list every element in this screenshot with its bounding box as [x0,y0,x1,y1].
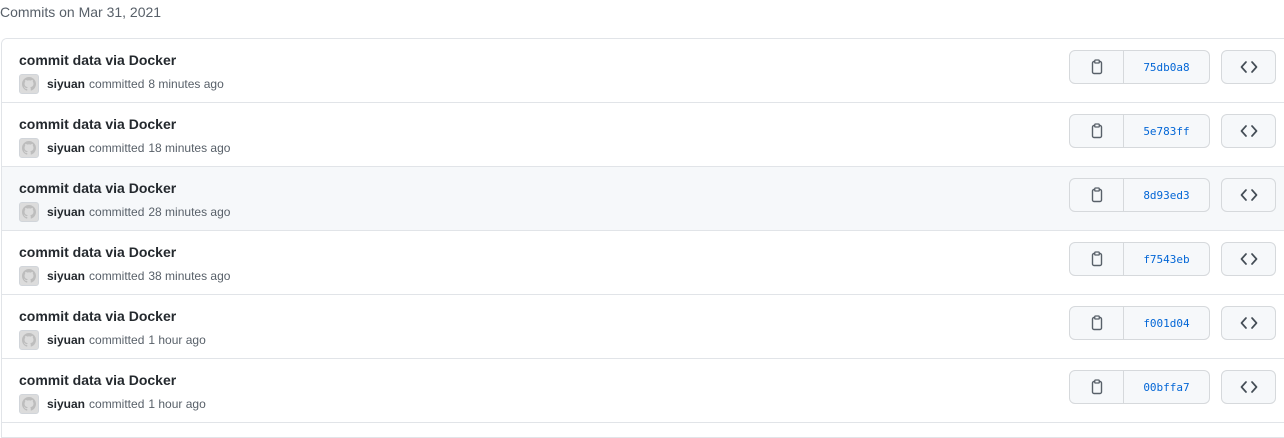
github-octocat-icon [22,333,36,347]
commit-relative-time: 28 minutes ago [148,205,231,219]
commit-meta: siyuan committed 18 minutes ago [19,138,230,158]
clipboard-icon [1091,187,1102,203]
commit-verb: committed [89,269,145,283]
commit-message-link[interactable]: commit data via Docker [19,178,176,198]
github-octocat-icon [22,397,36,411]
commit-list: commit data via Docker siyuan committed … [1,38,1284,438]
commit-author[interactable]: siyuan [47,77,85,91]
commit-row: commit data via Docker siyuan committed … [2,103,1284,167]
browse-repo-at-commit-button[interactable] [1221,114,1276,148]
sha-button-group: f001d04 [1069,306,1210,340]
clipboard-icon [1091,123,1102,139]
commit-sha-link[interactable]: 75db0a8 [1124,50,1210,84]
copy-sha-button[interactable] [1069,178,1124,212]
sha-button-group: 75db0a8 [1069,50,1210,84]
commit-meta: siyuan committed 1 hour ago [19,394,206,414]
code-icon [1240,381,1257,393]
copy-sha-button[interactable] [1069,114,1124,148]
commit-verb: committed [89,205,145,219]
clipboard-icon [1091,251,1102,267]
copy-sha-button[interactable] [1069,242,1124,276]
commit-group-heading: Commits on Mar 31, 2021 [0,4,162,20]
author-avatar[interactable] [19,138,39,158]
commit-meta: siyuan committed 38 minutes ago [19,266,230,286]
commit-author[interactable]: siyuan [47,397,85,411]
sha-button-group: 8d93ed3 [1069,178,1210,212]
commit-row: commit data via Docker siyuan committed … [2,167,1284,231]
author-avatar[interactable] [19,202,39,222]
copy-sha-button[interactable] [1069,370,1124,404]
author-avatar[interactable] [19,74,39,94]
commit-row: commit data via Docker siyuan committed … [2,39,1284,103]
commit-relative-time: 1 hour ago [148,397,206,411]
author-avatar[interactable] [19,394,39,414]
commit-verb: committed [89,77,145,91]
commit-meta: siyuan committed 28 minutes ago [19,202,230,222]
commit-message-link[interactable]: commit data via Docker [19,50,176,70]
commit-message-link[interactable]: commit data via Docker [19,306,176,326]
code-icon [1240,317,1257,329]
github-octocat-icon [22,205,36,219]
commit-row: commit data via Docker siyuan committed … [2,359,1284,423]
code-icon [1240,61,1257,73]
browse-repo-at-commit-button[interactable] [1221,242,1276,276]
commit-sha-link[interactable]: 5e783ff [1124,114,1210,148]
commit-author[interactable]: siyuan [47,205,85,219]
commit-message-link[interactable]: commit data via Docker [19,114,176,134]
clipboard-icon [1091,379,1102,395]
commit-verb: committed [89,333,145,347]
commit-author[interactable]: siyuan [47,141,85,155]
code-icon [1240,253,1257,265]
commit-relative-time: 1 hour ago [148,333,206,347]
commit-sha-link[interactable]: 00bffa7 [1124,370,1210,404]
browse-repo-at-commit-button[interactable] [1221,370,1276,404]
sha-button-group: 00bffa7 [1069,370,1210,404]
commit-meta: siyuan committed 8 minutes ago [19,74,224,94]
commit-relative-time: 18 minutes ago [148,141,231,155]
commit-sha-link[interactable]: 8d93ed3 [1124,178,1210,212]
commit-row: commit data via Docker siyuan committed … [2,231,1284,295]
commit-verb: committed [89,141,145,155]
commit-author[interactable]: siyuan [47,333,85,347]
author-avatar[interactable] [19,330,39,350]
browse-repo-at-commit-button[interactable] [1221,178,1276,212]
commit-relative-time: 38 minutes ago [148,269,231,283]
sha-button-group: f7543eb [1069,242,1210,276]
commit-row: commit data via Docker siyuan committed … [2,295,1284,359]
clipboard-icon [1091,59,1102,75]
author-avatar[interactable] [19,266,39,286]
clipboard-icon [1091,315,1102,331]
code-icon [1240,189,1257,201]
commit-verb: committed [89,397,145,411]
github-octocat-icon [22,141,36,155]
copy-sha-button[interactable] [1069,306,1124,340]
copy-sha-button[interactable] [1069,50,1124,84]
commit-relative-time: 8 minutes ago [148,77,224,91]
commit-message-link[interactable]: commit data via Docker [19,242,176,262]
github-octocat-icon [22,269,36,283]
commit-sha-link[interactable]: f7543eb [1124,242,1210,276]
code-icon [1240,125,1257,137]
sha-button-group: 5e783ff [1069,114,1210,148]
browse-repo-at-commit-button[interactable] [1221,50,1276,84]
commit-message-link[interactable]: commit data via Docker [19,370,176,390]
commit-sha-link[interactable]: f001d04 [1124,306,1210,340]
github-octocat-icon [22,77,36,91]
commit-author[interactable]: siyuan [47,269,85,283]
browse-repo-at-commit-button[interactable] [1221,306,1276,340]
commit-meta: siyuan committed 1 hour ago [19,330,206,350]
